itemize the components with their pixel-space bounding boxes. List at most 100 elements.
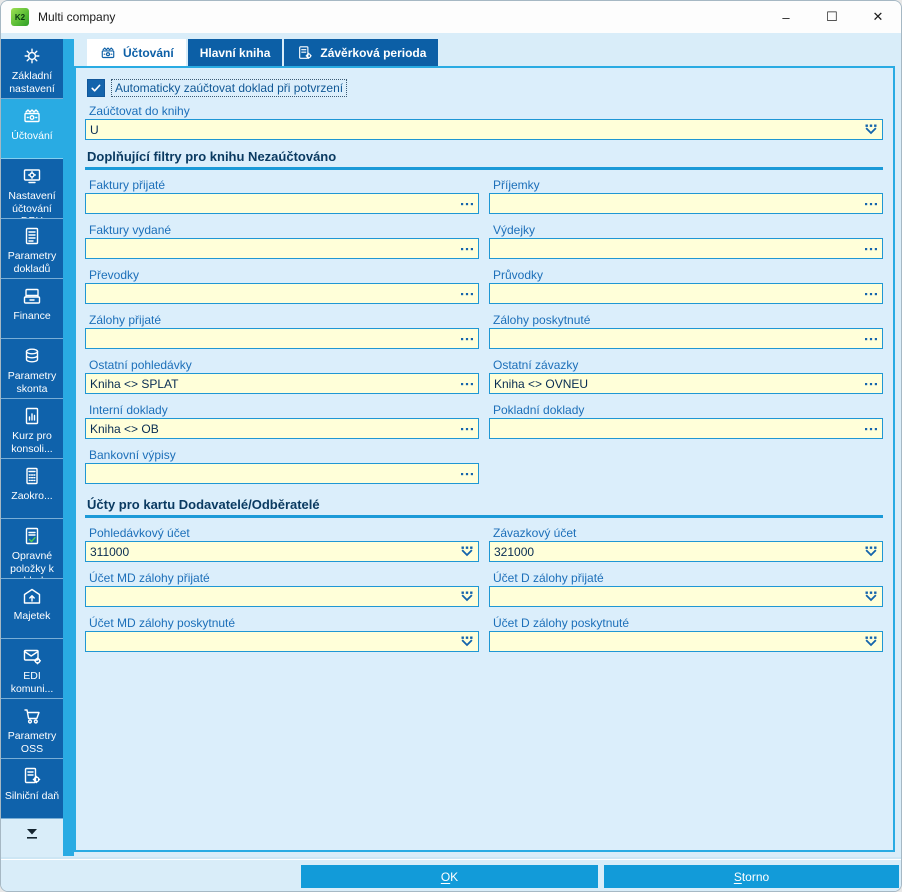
dropdown-icon[interactable] — [860, 542, 882, 561]
sidebar-item[interactable]: EDI komuni... — [1, 639, 63, 699]
account-input[interactable] — [490, 588, 860, 605]
filter-field-label: Příjemky — [493, 178, 540, 192]
ellipsis-picker-icon[interactable] — [456, 374, 478, 393]
warehouse-up-icon — [21, 585, 43, 607]
filter-field: Příjemky — [489, 178, 883, 214]
sidebar-item-label: Základní nastavení — [9, 70, 55, 95]
filter-input[interactable] — [490, 420, 860, 437]
sidebar-item-label: Opravné položky k pohled... — [10, 550, 54, 578]
account-input[interactable] — [490, 633, 860, 650]
filter-input[interactable] — [490, 195, 860, 212]
ellipsis-picker-icon[interactable] — [860, 329, 882, 348]
filter-input-box — [489, 418, 883, 439]
filter-input[interactable] — [490, 240, 860, 257]
filter-field: Interní doklady — [85, 403, 479, 439]
sidebar-item[interactable]: Majetek — [1, 579, 63, 639]
filter-input[interactable] — [86, 330, 456, 347]
minimize-button[interactable]: – — [763, 1, 809, 33]
sidebar-item[interactable]: Parametry skonta — [1, 339, 63, 399]
filters-grid: Faktury přijaté Příjemky Faktury vydané … — [85, 178, 883, 493]
auto-post-checkbox[interactable] — [87, 79, 105, 97]
filter-input[interactable] — [86, 420, 456, 437]
calculator-icon — [21, 465, 43, 487]
doc-check-icon — [21, 525, 43, 547]
account-field-label: Účet D zálohy přijaté — [493, 571, 604, 585]
dropdown-icon[interactable] — [456, 542, 478, 561]
account-field: Účet MD zálohy přijaté — [85, 571, 479, 607]
sidebar-scroll-more-button[interactable] — [1, 825, 63, 847]
monitor-gear-icon — [21, 165, 43, 187]
dropdown-icon[interactable] — [456, 632, 478, 651]
ellipsis-picker-icon[interactable] — [456, 419, 478, 438]
k2-app-icon: K2 — [11, 8, 29, 26]
sidebar-item[interactable]: Kurz pro konsoli... — [1, 399, 63, 459]
storno-button[interactable]: Storno — [604, 865, 899, 888]
filters-section-title: Doplňující filtry pro knihu Nezaúčtováno — [87, 149, 337, 164]
account-input[interactable] — [86, 543, 456, 560]
close-button[interactable]: ✕ — [855, 1, 901, 33]
tab-label: Hlavní kniha — [199, 45, 271, 60]
ellipsis-picker-icon[interactable] — [456, 239, 478, 258]
filter-input[interactable] — [86, 465, 456, 482]
ellipsis-picker-icon[interactable] — [860, 419, 882, 438]
filter-input[interactable] — [86, 285, 456, 302]
sidebar-item-label: Parametry dokladů samov... — [7, 250, 57, 278]
sidebar-item[interactable]: Zaokro... — [1, 459, 63, 519]
sidebar-accent-strip — [63, 39, 74, 856]
filter-input-box — [85, 373, 479, 394]
ellipsis-picker-icon[interactable] — [860, 194, 882, 213]
ellipsis-picker-icon[interactable] — [860, 239, 882, 258]
maximize-button[interactable]: ☐ — [809, 1, 855, 33]
filter-field: Ostatní závazky — [489, 358, 883, 394]
filter-field-label: Průvodky — [493, 268, 544, 282]
tab[interactable]: Hlavní kniha — [187, 39, 283, 66]
filter-input[interactable] — [490, 285, 860, 302]
dropdown-icon[interactable] — [456, 587, 478, 606]
dropdown-icon[interactable] — [860, 120, 882, 139]
tab[interactable]: Závěrková perioda — [284, 39, 439, 66]
ok-button[interactable]: OK — [301, 865, 598, 888]
account-input[interactable] — [86, 588, 456, 605]
account-input[interactable] — [86, 633, 456, 650]
ellipsis-picker-icon[interactable] — [456, 329, 478, 348]
coins-icon — [21, 345, 43, 367]
sidebar-item[interactable]: Parametry dokladů samov... — [1, 219, 63, 279]
filter-input[interactable] — [490, 375, 860, 392]
sidebar-item[interactable]: Základní nastavení — [1, 39, 63, 99]
filter-field-label: Převodky — [89, 268, 140, 282]
auto-post-checkbox-label[interactable]: Automaticky zaúčtovat doklad při potvrze… — [110, 79, 348, 97]
book-input[interactable] — [86, 121, 860, 138]
sidebar-item[interactable]: Finance — [1, 279, 63, 339]
doc-chart-icon — [21, 405, 43, 427]
tab[interactable]: Účtování — [87, 39, 186, 66]
ellipsis-picker-icon[interactable] — [860, 374, 882, 393]
account-field: Účet MD zálohy poskytnuté — [85, 616, 479, 652]
ellipsis-picker-icon[interactable] — [456, 194, 478, 213]
filter-input-box — [85, 193, 479, 214]
ellipsis-picker-icon[interactable] — [456, 464, 478, 483]
sidebar-item[interactable]: Účtování — [1, 99, 63, 159]
filter-input[interactable] — [86, 375, 456, 392]
filter-input[interactable] — [86, 240, 456, 257]
sidebar-item[interactable]: Parametry OSS — [1, 699, 63, 759]
filter-input[interactable] — [86, 195, 456, 212]
book-field: Zaúčtovat do knihy — [85, 104, 883, 140]
filter-input[interactable] — [490, 330, 860, 347]
sidebar-item[interactable]: Opravné položky k pohled... — [1, 519, 63, 579]
account-input-box — [85, 541, 479, 562]
sidebar-item-label: EDI komuni... — [10, 670, 54, 695]
sidebar-item-label: Majetek — [13, 610, 51, 622]
ellipsis-picker-icon[interactable] — [456, 284, 478, 303]
doc-lines-icon — [21, 225, 43, 247]
account-input-box — [489, 586, 883, 607]
window-title: Multi company — [38, 10, 116, 24]
ellipsis-picker-icon[interactable] — [860, 284, 882, 303]
sidebar-item[interactable]: Nastavení účtování DPH — [1, 159, 63, 219]
dropdown-icon[interactable] — [860, 632, 882, 651]
filter-field: Ostatní pohledávky — [85, 358, 479, 394]
sidebar-item[interactable]: Silniční daň — [1, 759, 63, 819]
dropdown-icon[interactable] — [860, 587, 882, 606]
chevron-down-icon — [24, 827, 40, 846]
account-input[interactable] — [490, 543, 860, 560]
account-field-label: Účet MD zálohy poskytnuté — [89, 616, 236, 630]
